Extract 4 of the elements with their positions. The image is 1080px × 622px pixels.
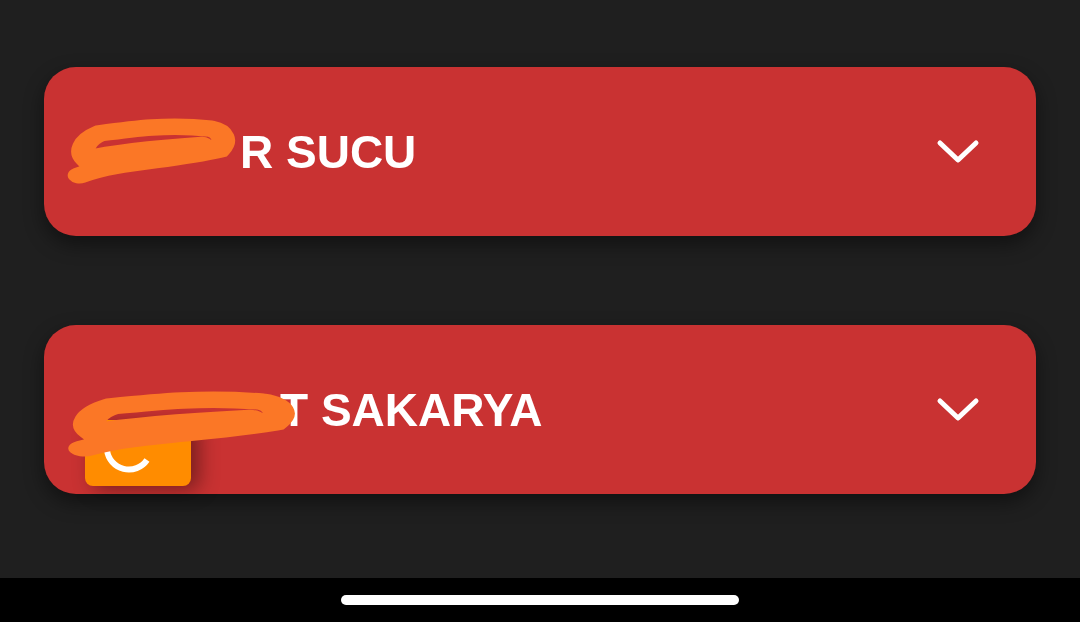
chevron-icon[interactable] <box>936 138 980 165</box>
accordion-card[interactable]: R SUCU <box>44 67 1036 236</box>
card-title: R SUCU <box>240 124 417 179</box>
chevron-icon[interactable] <box>936 396 980 423</box>
